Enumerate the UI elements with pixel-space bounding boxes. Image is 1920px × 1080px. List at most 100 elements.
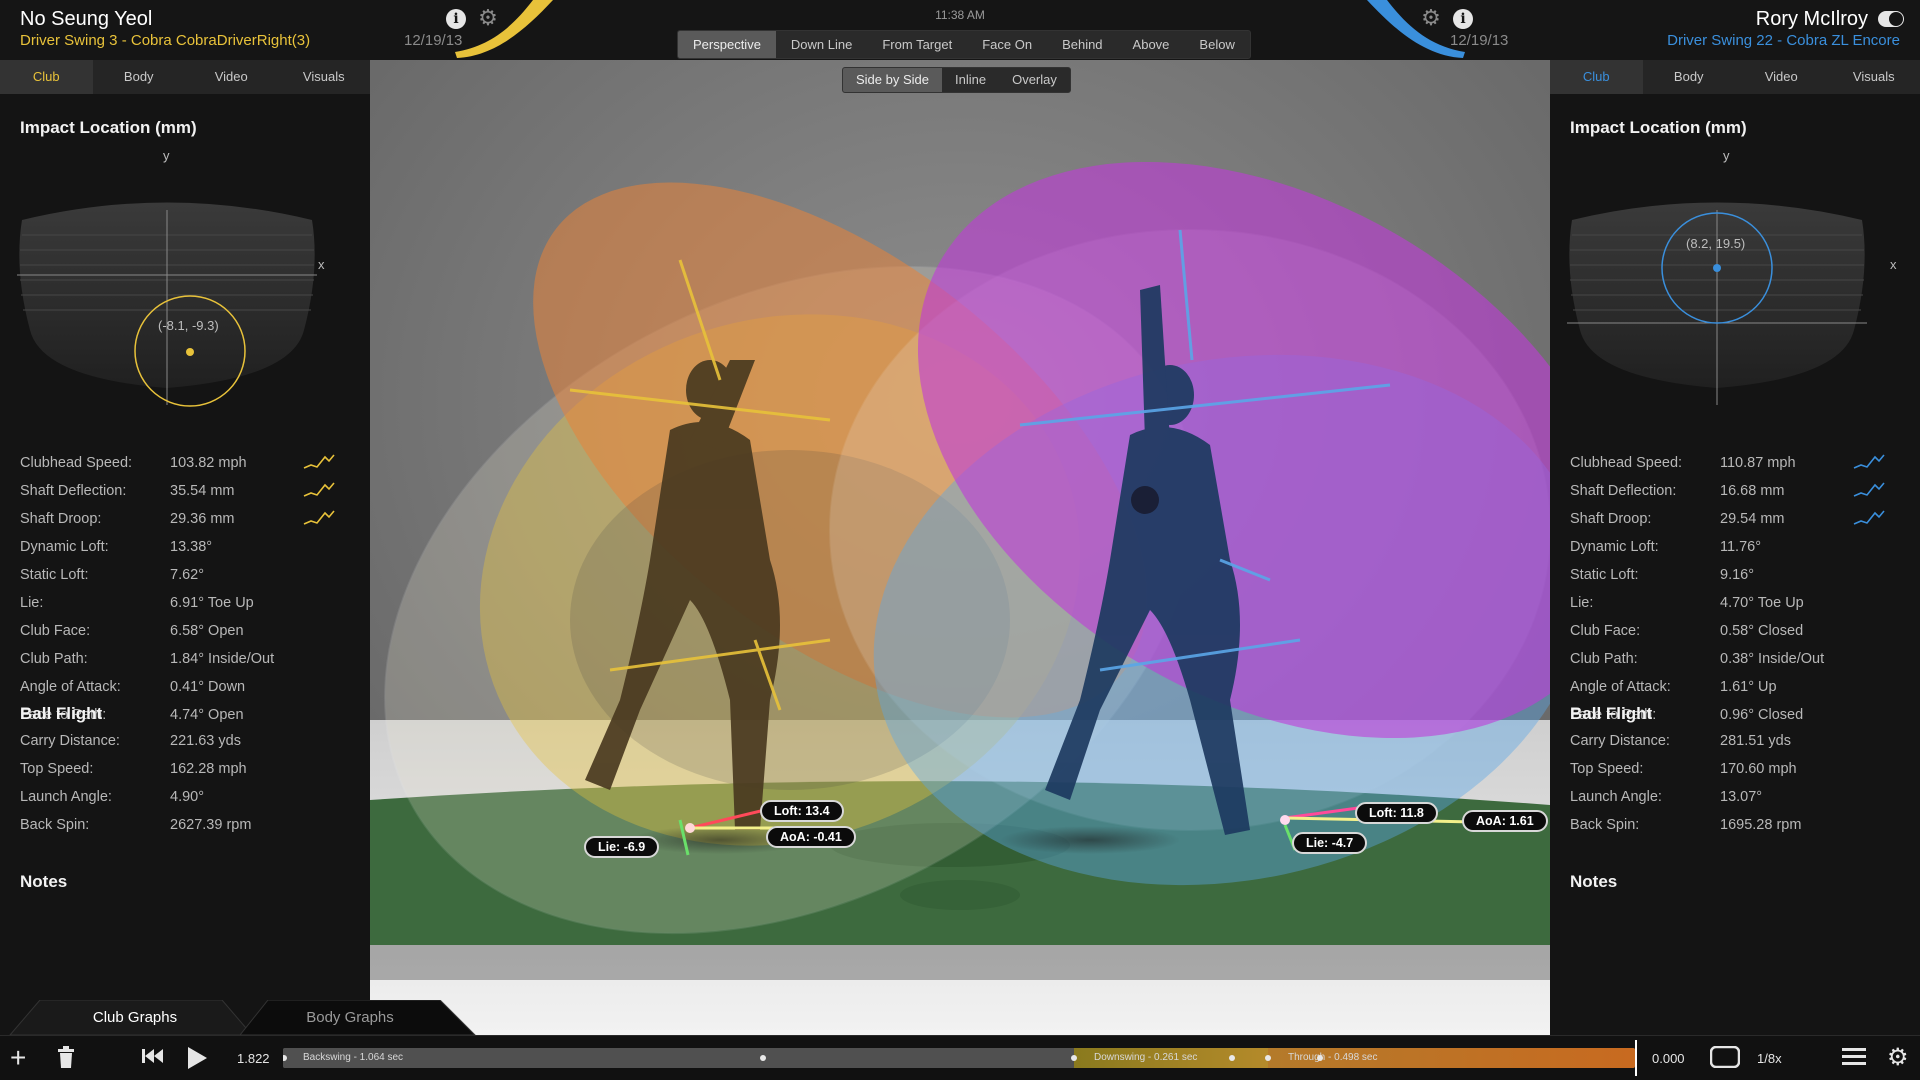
right-lie-badge: Lie: -4.7 [1292, 832, 1368, 854]
end-time: 0.000 [1652, 1051, 1685, 1066]
left-accent-swoosh [455, 0, 553, 58]
metric-label: Clubhead Speed: [20, 455, 133, 471]
right-impact-coords: (8.2, 19.5) [1686, 236, 1746, 251]
fullscreen-icon[interactable] [1709, 1045, 1741, 1073]
tab-down-line[interactable]: Down Line [776, 31, 867, 58]
3d-viewport[interactable]: Loft: 13.4 AoA: -0.41 Lie: -6.9 Loft: 11… [370, 60, 1550, 1035]
metric-label: Dynamic Loft: [1570, 539, 1659, 555]
right-axis-y-label: y [1723, 148, 1730, 163]
left-player-name: No Seung Yeol [20, 8, 153, 30]
sparkline-graph-icon[interactable] [303, 481, 335, 499]
tab-behind[interactable]: Behind [1047, 31, 1117, 58]
metric-label: Angle of Attack: [20, 679, 121, 695]
left-player-swing[interactable]: Driver Swing 3 - Cobra CobraDriverRight(… [20, 32, 310, 49]
left-panel-tab-body[interactable]: Body [93, 60, 186, 94]
right-panel-tabs: Club Body Video Visuals [1550, 60, 1920, 94]
metric-value: 29.36 mm [170, 511, 235, 527]
plus-icon[interactable]: + [10, 1044, 26, 1072]
metric-label: Carry Distance: [1570, 733, 1670, 749]
play-icon[interactable] [186, 1046, 208, 1075]
metric-row: Static Loft: 7.62° [20, 567, 350, 587]
skip-back-icon[interactable] [142, 1046, 164, 1071]
metric-row: Club Path: 0.38° Inside/Out [1570, 651, 1900, 671]
tab-face-on[interactable]: Face On [967, 31, 1047, 58]
right-panel-tab-club[interactable]: Club [1550, 60, 1643, 94]
right-notes-title: Notes [1570, 872, 1618, 891]
metric-row: Club Face: 6.58° Open [20, 623, 350, 643]
timeline-marker[interactable] [1265, 1055, 1271, 1061]
metric-row: Shaft Deflection: 16.68 mm [1570, 481, 1900, 503]
metric-row: Dynamic Loft: 11.76° [1570, 539, 1900, 559]
metric-label: Shaft Droop: [1570, 511, 1652, 527]
metric-value: 0.96° Closed [1720, 707, 1804, 723]
tab-from-target[interactable]: From Target [867, 31, 967, 58]
timeline-through[interactable]: Through - 0.498 sec [1268, 1048, 1635, 1068]
metric-label: Back Spin: [1570, 817, 1640, 833]
sparkline-graph-icon[interactable] [1853, 481, 1885, 499]
right-gear-icon[interactable]: ⚙ [1421, 8, 1441, 30]
gear-icon[interactable]: ⚙ [1887, 1046, 1909, 1070]
mode-tab-side-by-side[interactable]: Side by Side [843, 68, 942, 92]
timeline-marker[interactable] [1317, 1055, 1323, 1061]
metric-row: Back Spin: 2627.39 rpm [20, 817, 350, 837]
right-panel-tab-visuals[interactable]: Visuals [1828, 60, 1920, 94]
tab-body-graphs[interactable]: Body Graphs [262, 1000, 438, 1035]
right-loft-badge: Loft: 11.8 [1355, 802, 1438, 824]
metric-value: 13.38° [170, 539, 213, 555]
swing-scene [370, 60, 1550, 1035]
left-axis-x-label: x [318, 257, 325, 272]
player-toggle[interactable] [1878, 11, 1904, 27]
sparkline-graph-icon[interactable] [1853, 453, 1885, 471]
sparkline-graph-icon[interactable] [1853, 509, 1885, 527]
mode-tab-inline[interactable]: Inline [942, 68, 999, 92]
metric-value: 9.16° [1720, 567, 1755, 583]
timeline-marker[interactable] [1229, 1055, 1235, 1061]
left-axis-y-label: y [163, 148, 170, 163]
metric-label: Dynamic Loft: [20, 539, 109, 555]
right-player-swing[interactable]: Driver Swing 22 - Cobra ZL Encore [1667, 32, 1900, 49]
playback-bar: + 1.822 Backswing - 1.064 sec Downswing … [0, 1035, 1920, 1080]
top-bar: No Seung Yeol Driver Swing 3 - Cobra Cob… [0, 0, 1920, 60]
timeline-marker[interactable] [1071, 1055, 1077, 1061]
timeline-marker[interactable] [760, 1055, 766, 1061]
timeline-scrubber[interactable]: Backswing - 1.064 sec Downswing - 0.261 … [283, 1048, 1635, 1068]
left-panel-tab-visuals[interactable]: Visuals [278, 60, 371, 94]
trash-icon[interactable] [57, 1046, 75, 1073]
right-info-icon[interactable]: i [1453, 9, 1473, 29]
sparkline-graph-icon[interactable] [303, 453, 335, 471]
metric-value: 11.76° [1720, 539, 1762, 555]
metric-value: 110.87 mph [1720, 455, 1796, 471]
metric-value: 2627.39 rpm [170, 817, 252, 833]
tab-above[interactable]: Above [1118, 31, 1185, 58]
tab-below[interactable]: Below [1184, 31, 1249, 58]
metric-label: Club Face: [20, 623, 91, 639]
timeline-backswing[interactable]: Backswing - 1.064 sec [283, 1048, 1074, 1068]
metric-label: Shaft Deflection: [20, 483, 127, 499]
metric-label: Shaft Deflection: [1570, 483, 1677, 499]
playhead[interactable] [1635, 1040, 1637, 1076]
sparkline-graph-icon[interactable] [303, 509, 335, 527]
metric-label: Launch Angle: [1570, 789, 1662, 805]
mode-tabs: Side by Side Inline Overlay [842, 67, 1071, 93]
left-aoa-badge: AoA: -0.41 [766, 826, 856, 848]
tab-club-graphs[interactable]: Club Graphs [40, 1000, 230, 1035]
left-date: 12/19/13 [404, 32, 463, 49]
right-player-name: Rory McIlroy [1755, 8, 1868, 30]
metric-row: Top Speed: 162.28 mph [20, 761, 350, 781]
right-panel-tab-video[interactable]: Video [1735, 60, 1828, 94]
tab-perspective[interactable]: Perspective [678, 31, 776, 58]
right-panel-tab-body[interactable]: Body [1643, 60, 1736, 94]
metric-label: Lie: [20, 595, 44, 611]
left-panel-tab-video[interactable]: Video [185, 60, 278, 94]
mode-tab-overlay[interactable]: Overlay [999, 68, 1070, 92]
timeline-downswing[interactable]: Downswing - 0.261 sec [1074, 1048, 1268, 1068]
metric-value: 0.41° Down [170, 679, 246, 695]
playback-speed[interactable]: 1/8x [1757, 1051, 1782, 1066]
metric-label: Launch Angle: [20, 789, 112, 805]
right-date: 12/19/13 [1450, 32, 1509, 49]
left-panel-tab-club[interactable]: Club [0, 60, 93, 94]
left-panel: Club Body Video Visuals Impact Location (mm… [0, 60, 370, 1035]
menu-icon[interactable] [1842, 1046, 1866, 1071]
right-axis-x-label: x [1890, 257, 1897, 272]
metric-row: Carry Distance: 281.51 yds [1570, 733, 1900, 753]
